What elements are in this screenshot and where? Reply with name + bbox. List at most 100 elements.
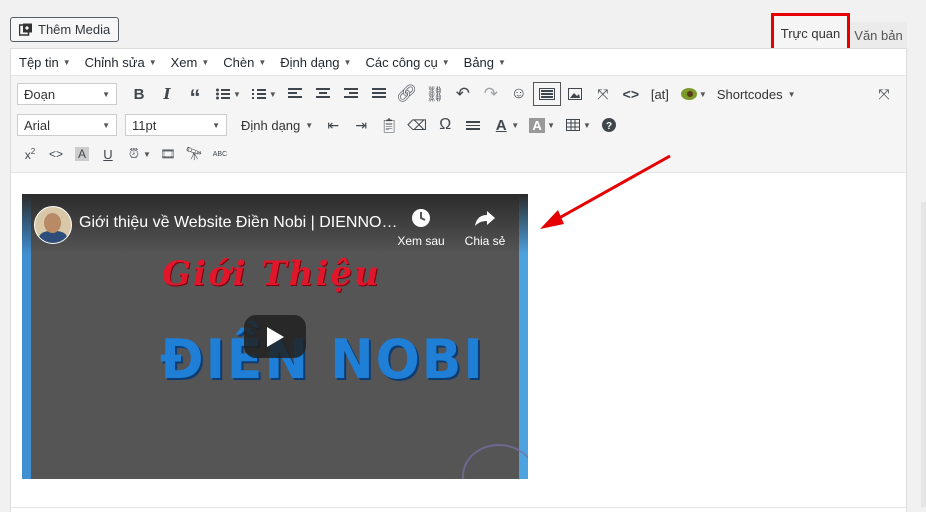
plugin-button[interactable] [675, 82, 703, 106]
menu-table[interactable]: Bảng ▼ [464, 55, 506, 70]
background-color-button[interactable]: A [523, 113, 551, 137]
chevron-down-icon: ▼ [102, 89, 110, 99]
table-button[interactable] [559, 113, 587, 137]
spellcheck-icon: ABC [212, 150, 228, 158]
keyboard-icon [538, 88, 555, 100]
formatting-toolbars: Đoạn ▼ B I “ ▼ ▼ 🔗︎ ⛓︎ ↶ ↷ ☺ ⤧ <> [at] ▼ … [11, 75, 906, 173]
film-icon: 🎞︎ [160, 147, 176, 161]
numbered-list-button[interactable] [245, 82, 273, 106]
menu-insert[interactable]: Chèn ▼ [223, 55, 266, 70]
code-icon: <> [48, 147, 63, 161]
editor-top-bar: Thêm Media Trực quan Văn bản [0, 0, 926, 53]
superscript-button[interactable]: x2 [17, 142, 43, 166]
align-left-icon [287, 88, 302, 98]
font-size-select[interactable]: 11pt ▼ [125, 114, 227, 136]
remove-link-button[interactable]: ⛓︎ [421, 82, 449, 106]
channel-avatar[interactable] [34, 206, 72, 244]
align-center-icon [315, 88, 330, 98]
menubar: Tệp tin ▼ Chỉnh sửa ▼ Xem ▼ Chèn ▼ Định dạng… [11, 49, 906, 75]
format-menu[interactable]: Định dạng ▼ [235, 118, 319, 133]
align-justify-button[interactable] [365, 82, 393, 106]
code-button[interactable]: <> [617, 82, 645, 106]
video-title[interactable]: Giới thiệu về Website Điền Nobi | DIENNO… [79, 214, 399, 232]
undo-button[interactable]: ↶ [449, 82, 477, 106]
tinymce-editor: Tệp tin ▼ Chỉnh sửa ▼ Xem ▼ Chèn ▼ Định dạng… [10, 48, 907, 512]
binoculars-icon: 🔭︎ [185, 146, 203, 161]
align-right-button[interactable] [337, 82, 365, 106]
menu-view[interactable]: Xem ▼ [171, 55, 210, 70]
svg-text:?: ? [606, 121, 612, 132]
undo-icon: ↶ [455, 84, 470, 103]
chevron-down-icon: ▼ [498, 57, 506, 67]
chevron-down-icon: ▼ [102, 120, 110, 130]
italic-icon: I [163, 85, 171, 103]
tab-text[interactable]: Văn bản [850, 22, 907, 48]
distraction-free-button[interactable]: ⤧ [870, 82, 898, 106]
media-embed-button[interactable]: 🎞︎ [155, 142, 181, 166]
italic-button[interactable]: I [153, 82, 181, 106]
help-button[interactable]: ? [595, 113, 623, 137]
outdent-icon: ⇤ [327, 116, 340, 133]
share-label: Chia sẻ [464, 234, 506, 248]
outdent-button[interactable]: ⇤ [319, 113, 347, 137]
numbered-list-icon [251, 89, 266, 99]
menu-tools[interactable]: Các công cụ ▼ [365, 55, 449, 70]
paragraph-format-select[interactable]: Đoạn ▼ [17, 83, 117, 105]
eraser-icon: ⌫ [407, 116, 428, 133]
highlight-icon: A [74, 147, 89, 161]
chevron-down-icon: ▼ [787, 89, 796, 99]
horizontal-line-button[interactable] [459, 113, 487, 137]
paste-text-button[interactable]: 📋︎ [375, 113, 403, 137]
chevron-down-icon: ▼ [201, 57, 210, 67]
toolbar-row-3: x2 <> A U ⏰︎ ▼ 🎞︎ 🔭︎ ABC [11, 139, 906, 169]
share-button[interactable]: Chia sẻ [455, 206, 515, 248]
font-family-select[interactable]: Arial ▼ [17, 114, 117, 136]
redo-button[interactable]: ↷ [477, 82, 505, 106]
watch-later-button[interactable]: Xem sau [391, 206, 451, 248]
toolbar-toggle-button[interactable] [532, 82, 561, 106]
chevron-down-icon: ▼ [148, 57, 157, 67]
special-character-button[interactable]: Ω [431, 113, 459, 137]
menu-edit[interactable]: Chỉnh sửa ▼ [85, 55, 157, 70]
emoticons-button[interactable]: ☺ [505, 82, 533, 106]
shortcodes-label: Shortcodes [716, 86, 783, 102]
indent-button[interactable]: ⇥ [347, 113, 375, 137]
unlink-icon: ⛓︎ [425, 86, 445, 103]
table-icon [566, 119, 581, 131]
bullet-list-button[interactable] [209, 82, 237, 106]
find-replace-button[interactable]: 🔭︎ [181, 142, 207, 166]
text-color-button[interactable]: A [487, 113, 515, 137]
paragraph-format-value: Đoạn [24, 86, 56, 102]
media-icon [18, 23, 33, 37]
add-media-button[interactable]: Thêm Media [10, 17, 120, 42]
align-center-button[interactable] [309, 82, 337, 106]
code-inline-button[interactable]: <> [43, 142, 69, 166]
annotation-arrow [540, 154, 671, 229]
play-button[interactable] [244, 315, 306, 358]
fullscreen-button[interactable]: ⤧ [589, 82, 617, 106]
align-left-button[interactable] [281, 82, 309, 106]
blockquote-button[interactable]: “ [181, 82, 209, 110]
page-scrollbar-track[interactable] [921, 202, 926, 507]
clear-formatting-button[interactable]: ⌫ [403, 113, 431, 137]
font-size-value: 11pt [132, 117, 157, 133]
menu-file-label: Tệp tin [19, 54, 59, 70]
spellcheck-button[interactable]: ABC [207, 142, 233, 166]
embedded-youtube-video[interactable]: Giới thiệu về Website Điền Nobi | DIENNO… [22, 194, 528, 479]
insert-time-button[interactable]: ⏰︎ [121, 142, 147, 166]
tab-visual[interactable]: Trực quan [771, 13, 850, 53]
smiley-icon: ☺ [510, 85, 528, 102]
indent-icon: ⇥ [355, 116, 368, 133]
editor-content-area[interactable]: Giới thiệu về Website Điền Nobi | DIENNO… [11, 173, 906, 511]
bold-button[interactable]: B [125, 82, 153, 106]
insert-link-button[interactable]: 🔗︎ [393, 82, 421, 106]
at-button[interactable]: [at] [645, 87, 675, 102]
link-icon: 🔗︎ [396, 84, 418, 103]
menu-format[interactable]: Định dạng ▼ [280, 55, 351, 70]
underline-button[interactable]: U [95, 142, 121, 166]
highlight-button[interactable]: A [69, 142, 95, 166]
clipboard-icon: 📋︎ [380, 116, 399, 133]
menu-file[interactable]: Tệp tin ▼ [19, 55, 71, 70]
shortcodes-menu[interactable]: Shortcodes ▼ [711, 87, 802, 102]
insert-image-button[interactable] [561, 82, 589, 106]
